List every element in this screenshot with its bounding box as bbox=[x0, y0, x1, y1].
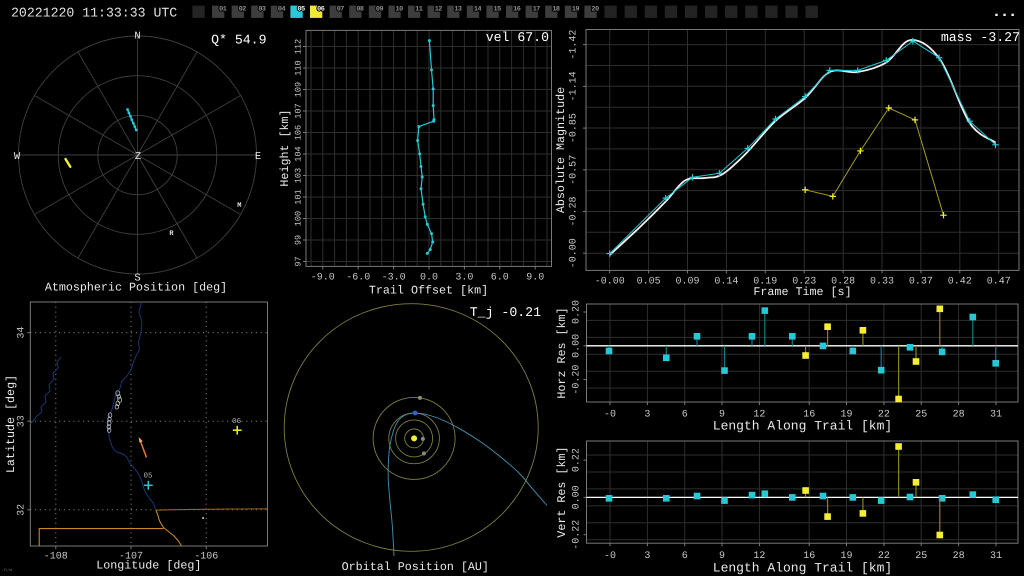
svg-text:16: 16 bbox=[513, 6, 521, 14]
svg-text:3.0: 3.0 bbox=[455, 273, 473, 284]
svg-text:-0.85: -0.85 bbox=[569, 113, 580, 143]
svg-text:20: 20 bbox=[592, 6, 600, 14]
svg-text:N: N bbox=[134, 31, 140, 43]
svg-text:20221220 11:33:33 UTC: 20221220 11:33:33 UTC bbox=[11, 6, 177, 21]
svg-text:Trail Offset [km]: Trail Offset [km] bbox=[369, 284, 488, 298]
svg-text:31: 31 bbox=[990, 551, 1002, 562]
svg-text:Vert Res [km]: Vert Res [km] bbox=[555, 447, 569, 538]
svg-text:33: 33 bbox=[17, 415, 28, 427]
svg-text:9.0: 9.0 bbox=[526, 273, 544, 284]
svg-text:0.14: 0.14 bbox=[714, 277, 738, 288]
svg-text:3: 3 bbox=[644, 551, 650, 562]
svg-text:15: 15 bbox=[494, 6, 502, 14]
svg-text:Height [km]: Height [km] bbox=[278, 109, 292, 186]
svg-text:0.22: 0.22 bbox=[572, 448, 583, 472]
svg-text:04: 04 bbox=[278, 6, 286, 14]
svg-text:10: 10 bbox=[396, 6, 404, 14]
svg-text:Longitude [deg]: Longitude [deg] bbox=[96, 559, 201, 573]
svg-text:-6.0: -6.0 bbox=[346, 273, 370, 284]
svg-text:14: 14 bbox=[474, 6, 482, 14]
svg-text:Length Along Trail [km]: Length Along Trail [km] bbox=[713, 419, 892, 434]
svg-text:-0.22: -0.22 bbox=[572, 520, 583, 550]
svg-text:100: 100 bbox=[293, 211, 303, 226]
svg-text:E: E bbox=[255, 151, 261, 163]
svg-text:13: 13 bbox=[454, 6, 462, 14]
svg-text:-0: -0 bbox=[604, 551, 616, 562]
svg-text:06: 06 bbox=[317, 6, 325, 14]
svg-text:-0.57: -0.57 bbox=[569, 155, 580, 185]
svg-text:6: 6 bbox=[682, 551, 688, 562]
svg-text:-0.00: -0.00 bbox=[595, 277, 625, 288]
svg-text:03: 03 bbox=[258, 6, 266, 14]
svg-text:07: 07 bbox=[337, 6, 345, 14]
svg-text:05: 05 bbox=[298, 6, 306, 14]
svg-text:09: 09 bbox=[376, 6, 384, 14]
svg-text:01: 01 bbox=[219, 6, 227, 14]
svg-text:32: 32 bbox=[17, 504, 28, 516]
svg-text:Absolute Magnitude: Absolute Magnitude bbox=[554, 87, 568, 213]
svg-text:25: 25 bbox=[915, 410, 927, 421]
svg-text:103: 103 bbox=[293, 168, 303, 183]
svg-text:0.37: 0.37 bbox=[909, 277, 933, 288]
svg-text:05: 05 bbox=[143, 472, 153, 481]
svg-text:Orbital Position [AU]: Orbital Position [AU] bbox=[342, 560, 489, 574]
svg-text:08: 08 bbox=[356, 6, 364, 14]
svg-text:109: 109 bbox=[293, 82, 303, 97]
svg-text:n;w: n;w bbox=[4, 568, 12, 573]
svg-text:97: 97 bbox=[293, 256, 303, 266]
svg-text:104: 104 bbox=[293, 146, 303, 161]
svg-text:31: 31 bbox=[990, 410, 1002, 421]
svg-text:6: 6 bbox=[682, 410, 688, 421]
svg-text:110: 110 bbox=[293, 60, 303, 75]
svg-text:0.33: 0.33 bbox=[870, 277, 894, 288]
svg-text:M: M bbox=[237, 202, 241, 210]
svg-text:3: 3 bbox=[644, 410, 650, 421]
svg-text:18: 18 bbox=[552, 6, 560, 14]
svg-text:19: 19 bbox=[572, 6, 580, 14]
svg-text:Q* 54.9: Q* 54.9 bbox=[211, 33, 266, 48]
svg-text:0.0: 0.0 bbox=[420, 273, 438, 284]
svg-text:12: 12 bbox=[435, 6, 443, 14]
svg-text:Latitude [deg]: Latitude [deg] bbox=[4, 375, 18, 473]
svg-text:Frame Time [s]: Frame Time [s] bbox=[753, 285, 851, 299]
svg-text:-0.20: -0.20 bbox=[572, 365, 583, 395]
svg-text:107: 107 bbox=[293, 103, 303, 118]
svg-text:0.20: 0.20 bbox=[572, 300, 583, 324]
svg-text:99: 99 bbox=[293, 235, 303, 245]
svg-text:-1.42: -1.42 bbox=[569, 30, 580, 60]
svg-text:25: 25 bbox=[915, 551, 927, 562]
svg-text:0.00: 0.00 bbox=[572, 334, 583, 358]
svg-text:112: 112 bbox=[293, 39, 303, 54]
svg-text:W: W bbox=[14, 151, 21, 163]
svg-text:-3.0: -3.0 bbox=[382, 273, 406, 284]
svg-text:-108: -108 bbox=[44, 552, 68, 563]
svg-text:-9.0: -9.0 bbox=[311, 273, 335, 284]
svg-text:101: 101 bbox=[293, 189, 303, 204]
svg-text:106: 106 bbox=[293, 125, 303, 140]
svg-text:Length Along Trail [km]: Length Along Trail [km] bbox=[713, 561, 892, 576]
svg-text:Horz Res [km]: Horz Res [km] bbox=[555, 307, 569, 398]
svg-text:T_j -0.21: T_j -0.21 bbox=[470, 305, 541, 320]
svg-text:02: 02 bbox=[239, 6, 247, 14]
svg-text:11: 11 bbox=[415, 6, 423, 14]
svg-text:Atmospheric Position [deg]: Atmospheric Position [deg] bbox=[45, 281, 227, 295]
svg-text:mass -3.27: mass -3.27 bbox=[941, 30, 1020, 45]
svg-text:0.42: 0.42 bbox=[948, 277, 972, 288]
svg-text:6.0: 6.0 bbox=[491, 273, 509, 284]
svg-text:-0.28: -0.28 bbox=[569, 196, 580, 226]
svg-text:0.09: 0.09 bbox=[675, 277, 699, 288]
svg-text:-0.00: -0.00 bbox=[569, 238, 580, 268]
svg-text:vel 67.0: vel 67.0 bbox=[486, 30, 549, 45]
svg-text:34: 34 bbox=[17, 327, 28, 339]
svg-text:0.00: 0.00 bbox=[572, 485, 583, 509]
svg-text:17: 17 bbox=[533, 6, 541, 14]
svg-text:0.47: 0.47 bbox=[987, 277, 1011, 288]
svg-text:06: 06 bbox=[232, 417, 242, 426]
svg-text:-0: -0 bbox=[604, 410, 616, 421]
svg-text:-1.14: -1.14 bbox=[569, 71, 580, 101]
svg-text:28: 28 bbox=[953, 410, 965, 421]
svg-text:0.05: 0.05 bbox=[637, 277, 661, 288]
svg-text:Z: Z bbox=[135, 151, 141, 163]
svg-text:28: 28 bbox=[953, 551, 965, 562]
